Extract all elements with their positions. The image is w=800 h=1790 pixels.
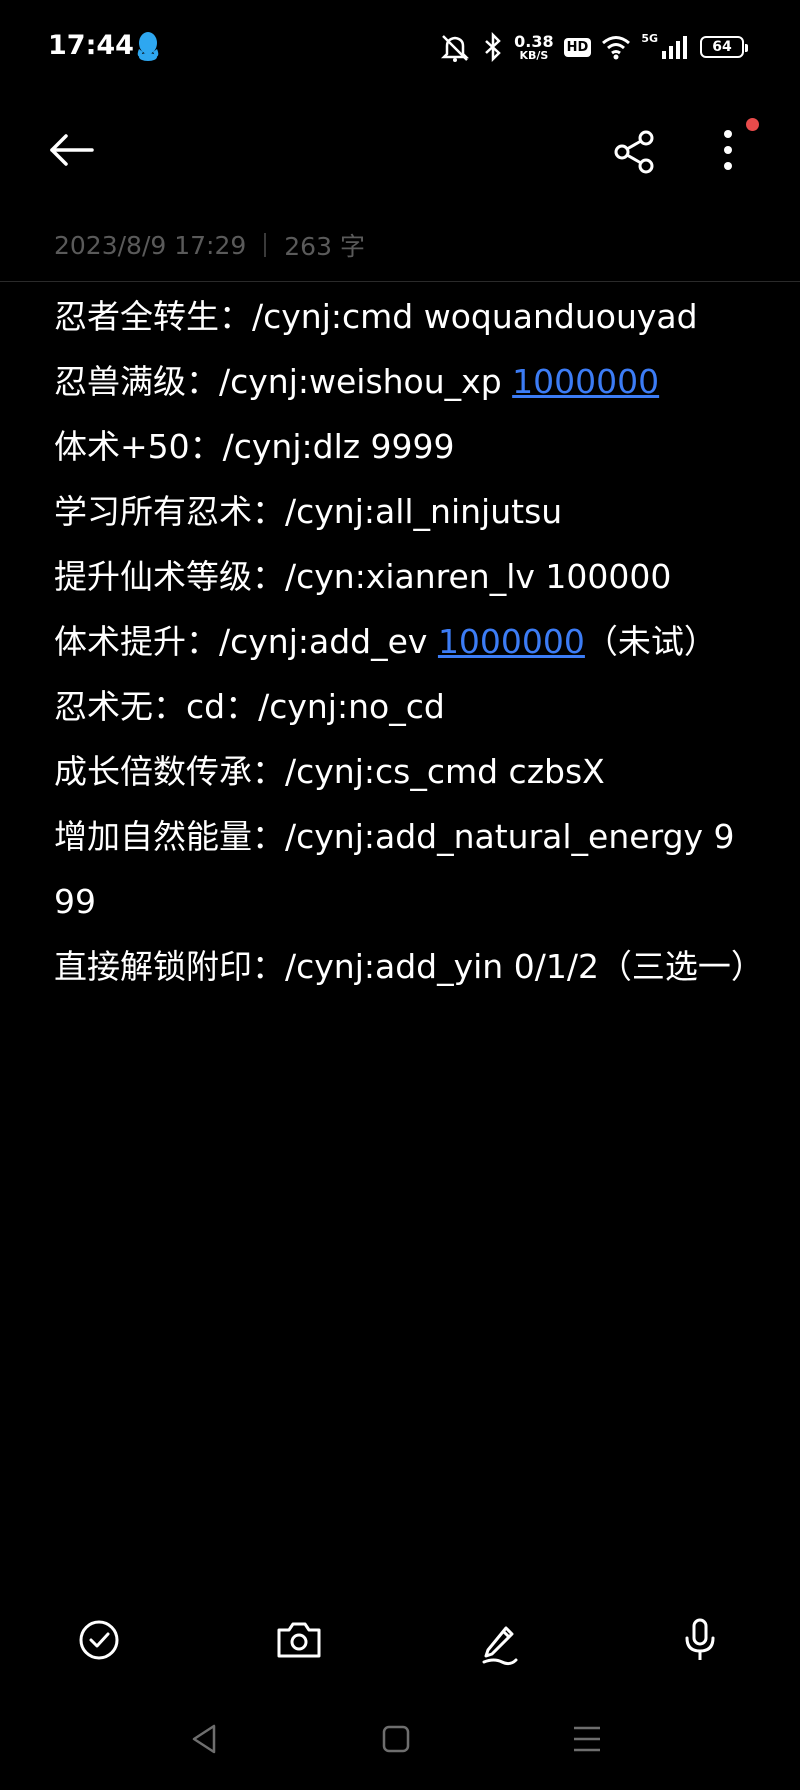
checklist-icon[interactable] [69,1610,129,1670]
note-line: 忍术无：cd：/cynj:no_cd [54,687,445,726]
notification-dot [746,118,759,131]
note-line: 学习所有忍术：/cynj:all_ninjutsu [54,492,563,531]
note-line: 提升仙术等级：/cyn:xianren_lv 100000 [54,557,672,596]
mute-icon [441,35,470,62]
wifi-icon [602,36,631,60]
pen-icon[interactable] [470,1610,530,1670]
note-date: 2023/8/9 17:29 [54,230,247,260]
status-time: 17:44 [48,30,134,61]
word-count: 263 字 [284,232,365,261]
more-vertical-icon[interactable] [700,124,756,180]
note-line-text: （未试） [584,622,717,661]
battery-icon: 64 [700,36,748,58]
nav-home-icon[interactable] [371,1714,421,1764]
network-type: 5G [641,31,658,45]
nav-back-icon[interactable] [180,1714,230,1764]
note-content[interactable]: 忍者全转生：/cynj:cmd woquanduouyad 忍兽满级：/cynj… [54,284,764,999]
note-meta: 2023/8/9 17:29 263 字 [54,228,365,262]
back-arrow-icon[interactable] [44,124,100,180]
nav-recents-icon[interactable] [562,1714,612,1764]
share-icon[interactable] [606,124,662,180]
battery-level: 64 [712,39,732,55]
note-line: 忍者全转生：/cynj:cmd woquanduouyad [54,297,698,336]
note-line: 忍兽满级：/cynj:weishou_xp 1000000 [54,349,754,414]
microphone-icon[interactable] [670,1610,730,1670]
status-icons: 0.38 KB/S HD 5G 64 [438,30,748,64]
signal-icon [662,36,687,59]
note-line-text: 体术提升：/cynj:add_ev [54,622,438,661]
net-speed-value: 0.38 [514,31,554,51]
note-line: 体术提升：/cynj:add_ev 1000000（未试） [54,609,754,674]
qq-icon [137,32,159,61]
net-speed: 0.38 KB/S [514,31,554,62]
meta-separator [264,233,267,257]
number-link[interactable]: 1000000 [438,622,585,661]
camera-icon[interactable] [269,1610,329,1670]
bluetooth-icon [485,32,501,62]
number-link[interactable]: 1000000 [512,362,659,401]
note-line: 直接解锁附印：/cynj:add_yin 0/1/2（三选一） [54,947,764,986]
header-divider [0,281,800,282]
note-line: 成长倍数传承：/cynj:cs_cmd czbsX [54,752,605,791]
net-speed-unit: KB/S [519,48,549,62]
note-line-text: 忍兽满级：/cynj:weishou_xp [54,362,513,401]
status-bar: 17:44 0.38 KB/S HD 5G 64 [0,0,800,96]
note-line: 体术+50：/cynj:dlz 9999 [54,427,455,466]
note-line: 增加自然能量：/cynj:add_natural_energy 999 [54,817,735,921]
hd-badge: HD [563,37,592,57]
